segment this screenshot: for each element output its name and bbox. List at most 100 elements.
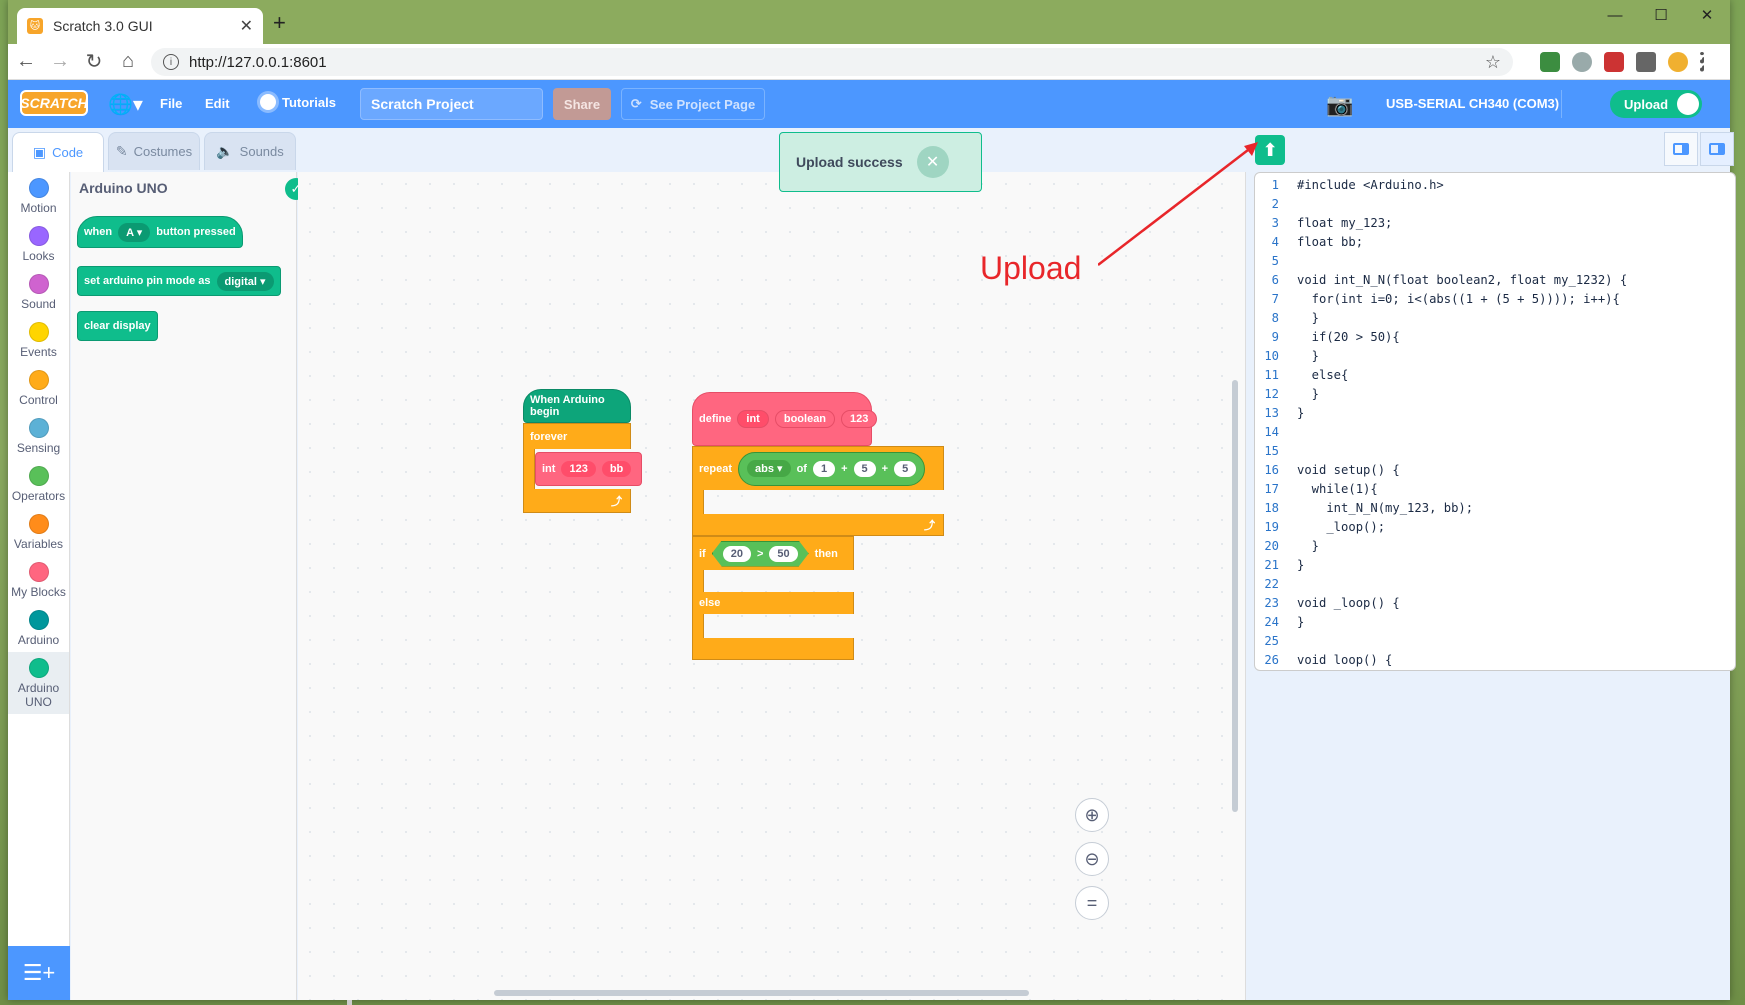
- code-line: 21}: [1255, 555, 1735, 574]
- toast-close-button[interactable]: ✕: [916, 146, 949, 178]
- zoom-in-button[interactable]: ⊕: [1075, 798, 1109, 832]
- category-control[interactable]: Control: [8, 364, 69, 412]
- number-input[interactable]: 20: [723, 546, 751, 562]
- add-extension-icon: ☰+: [22, 960, 56, 985]
- puzzle-icon[interactable]: [1636, 52, 1656, 72]
- number-input[interactable]: 50: [769, 546, 797, 562]
- home-icon[interactable]: ⌂: [112, 46, 144, 78]
- zoom-reset-button[interactable]: =: [1075, 886, 1109, 920]
- tab-code[interactable]: ▣ Code: [12, 132, 104, 172]
- share-button[interactable]: Share: [553, 88, 611, 120]
- forever-end: ⤴: [523, 489, 631, 513]
- large-stage-button[interactable]: [1700, 132, 1734, 166]
- clear-display-block[interactable]: clear display: [77, 311, 158, 341]
- reload-icon[interactable]: ↻: [78, 46, 110, 78]
- define-param[interactable]: boolean: [774, 410, 836, 428]
- palette-heading: Arduino UNO: [79, 180, 168, 196]
- camera-icon[interactable]: 📷: [1326, 92, 1353, 118]
- call-int-block[interactable]: int 123 bb: [535, 452, 642, 486]
- category-color-dot: [28, 609, 49, 630]
- when-button-pressed-block[interactable]: when A ▾ button pressed: [77, 216, 243, 248]
- operator-text: +: [841, 462, 848, 475]
- abs-operator[interactable]: abs ▾ of 1 + 5 + 5: [738, 451, 926, 486]
- close-window-icon[interactable]: ✕: [1684, 0, 1730, 30]
- tab-close-button[interactable]: ✕: [240, 16, 253, 36]
- category-color-dot: [28, 369, 49, 390]
- define-block[interactable]: define int boolean 123: [692, 392, 878, 446]
- serial-port-label[interactable]: USB-SERIAL CH340 (COM3): [1386, 96, 1559, 111]
- code-text: void _loop() {: [1297, 595, 1400, 610]
- loop-arrow-icon: ⤴: [924, 519, 935, 532]
- tab-costumes[interactable]: ✎ Costumes: [108, 132, 200, 170]
- category-arduino[interactable]: Arduino: [8, 604, 69, 652]
- extension-icon[interactable]: [1540, 52, 1560, 72]
- toast-message: Upload success: [796, 154, 903, 170]
- category-color-dot: [28, 561, 49, 582]
- new-tab-button[interactable]: +: [273, 10, 286, 36]
- project-title-input[interactable]: Scratch Project: [360, 88, 543, 120]
- url-text: http://127.0.0.1:8601: [189, 53, 327, 71]
- repeat-block[interactable]: repeat abs ▾ of 1 + 5 + 5: [692, 446, 944, 490]
- category-sound[interactable]: Sound: [8, 268, 69, 316]
- workspace-hscrollbar[interactable]: [494, 990, 1029, 996]
- define-param[interactable]: 123: [841, 410, 878, 428]
- set-pin-mode-block[interactable]: set arduino pin mode as digital ▾: [77, 266, 281, 296]
- tutorials-button[interactable]: Tutorials: [260, 94, 336, 110]
- add-extension-button[interactable]: ☰+: [8, 946, 70, 1000]
- pin-mode-dropdown[interactable]: digital ▾: [216, 271, 274, 291]
- when-arduino-begin-block[interactable]: When Arduino begin: [523, 389, 631, 423]
- key-dropdown[interactable]: A ▾: [118, 222, 151, 242]
- site-info-icon[interactable]: i: [163, 54, 179, 70]
- back-arrow-icon[interactable]: ←: [10, 46, 42, 78]
- toggle-knob: [1677, 93, 1699, 115]
- upload-mode-toggle[interactable]: Upload: [1610, 90, 1702, 118]
- menu-dots-icon[interactable]: [1700, 52, 1704, 72]
- abs-dropdown[interactable]: abs ▾: [747, 460, 791, 477]
- edit-menu[interactable]: Edit: [205, 96, 230, 111]
- number-input[interactable]: 1: [812, 460, 836, 477]
- block-text: set arduino pin mode as: [84, 275, 211, 287]
- maximize-icon[interactable]: ☐: [1638, 0, 1684, 30]
- scratch-logo[interactable]: SCRATCH: [20, 90, 88, 116]
- greater-than-operator[interactable]: 20 > 50: [712, 541, 809, 567]
- number-input[interactable]: 5: [853, 460, 876, 477]
- category-sensing[interactable]: Sensing: [8, 412, 69, 460]
- category-my-blocks[interactable]: My Blocks: [8, 556, 69, 604]
- category-operators[interactable]: Operators: [8, 460, 69, 508]
- line-number: 10: [1264, 348, 1279, 363]
- block-text: then: [814, 547, 838, 560]
- category-arduino-uno[interactable]: Arduino UNO: [8, 652, 69, 714]
- small-stage-button[interactable]: [1664, 132, 1698, 166]
- extension-icon[interactable]: [1572, 52, 1592, 72]
- forever-block[interactable]: forever: [523, 423, 631, 449]
- if-else-block[interactable]: if 20 > 50 then: [692, 536, 854, 570]
- file-menu[interactable]: File: [160, 96, 182, 111]
- line-number: 1: [1271, 177, 1279, 192]
- extension-icon[interactable]: [1604, 52, 1624, 72]
- category-events[interactable]: Events: [8, 316, 69, 364]
- minimize-icon[interactable]: —: [1592, 0, 1638, 30]
- browser-tab[interactable]: 🐱 Scratch 3.0 GUI ✕: [17, 8, 263, 44]
- code-line: 3 float my_123;: [1255, 213, 1735, 232]
- argument-input[interactable]: 123: [561, 461, 596, 477]
- language-globe-icon[interactable]: 🌐▾: [108, 92, 143, 117]
- address-bar[interactable]: i http://127.0.0.1:8601 ☆: [151, 48, 1513, 76]
- category-looks[interactable]: Looks: [8, 220, 69, 268]
- line-number: 6: [1271, 272, 1279, 287]
- zoom-out-button[interactable]: ⊖: [1075, 842, 1109, 876]
- line-number: 24: [1264, 614, 1279, 629]
- script-workspace[interactable]: When Arduino begin forever int 123 bb ⤴ …: [298, 172, 1246, 1000]
- profile-avatar-icon[interactable]: [1668, 52, 1688, 72]
- generated-code-pane[interactable]: 1 #include <Arduino.h> 2 3 float my_123; 4 flo…: [1254, 172, 1736, 671]
- code-line: 8 }: [1255, 308, 1735, 327]
- category-motion[interactable]: Motion: [8, 172, 69, 220]
- forward-arrow-icon[interactable]: →: [44, 46, 76, 78]
- workspace-vscrollbar[interactable]: [1232, 380, 1238, 812]
- category-variables[interactable]: Variables: [8, 508, 69, 556]
- argument-input[interactable]: bb: [601, 461, 632, 477]
- number-input[interactable]: 5: [894, 460, 917, 477]
- see-project-page-button[interactable]: ⟳ See Project Page: [621, 88, 765, 120]
- code-text: void setup() {: [1297, 462, 1400, 477]
- tab-sounds[interactable]: 🔈 Sounds: [204, 132, 296, 170]
- bookmark-star-icon[interactable]: ☆: [1485, 52, 1501, 73]
